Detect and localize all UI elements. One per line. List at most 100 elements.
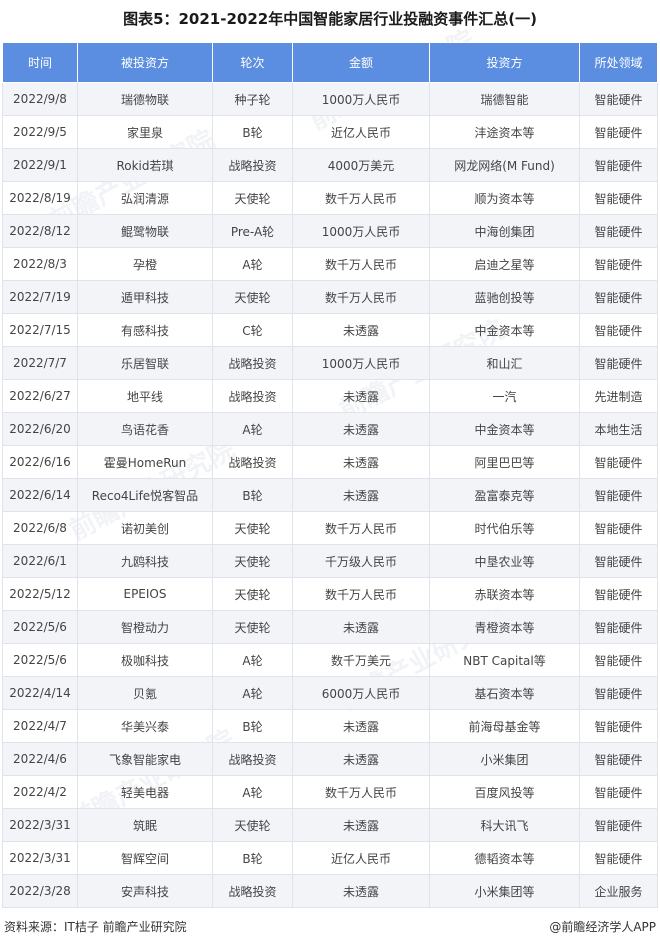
cell-amount: 数千万人民币 [292, 280, 430, 314]
column-header-field: 所处领域 [579, 42, 658, 83]
cell-investee: 遁甲科技 [77, 280, 213, 314]
cell-date: 2022/4/14 [2, 676, 78, 710]
cell-date: 2022/6/20 [2, 412, 78, 446]
cell-amount: 1000万人民币 [292, 214, 430, 248]
cell-field: 智能硬件 [579, 544, 658, 578]
cell-investor: 德韬资本等 [429, 841, 580, 875]
cell-investor: 一汽 [429, 379, 580, 413]
cell-amount: 4000万美元 [292, 148, 430, 182]
cell-round: A轮 [212, 412, 293, 446]
table-row: 2022/5/6 智橙动力 天使轮 未透露 青橙资本等 智能硬件 [2, 610, 658, 644]
table-row: 2022/6/14 Reco4Life悦客智品 B轮 未透露 盈富泰克等 智能硬件 [2, 478, 658, 512]
table-row: 2022/9/8 瑞德物联 种子轮 1000万人民币 瑞德智能 智能硬件 [2, 82, 658, 116]
cell-amount: 未透露 [292, 808, 430, 842]
cell-date: 2022/9/8 [2, 82, 78, 116]
table-row: 2022/5/12 EPEIOS 天使轮 数千万人民币 赤联资本等 智能硬件 [2, 577, 658, 611]
footer: 资料来源：IT桔子 前瞻产业研究院 @前瞻经济学人APP [0, 918, 660, 938]
cell-date: 2022/9/1 [2, 148, 78, 182]
cell-investor: 和山汇 [429, 346, 580, 380]
table-row: 2022/8/3 孕橙 A轮 数千万人民币 启迪之星等 智能硬件 [2, 247, 658, 281]
cell-amount: 千万级人民币 [292, 544, 430, 578]
cell-round: A轮 [212, 775, 293, 809]
cell-date: 2022/6/16 [2, 445, 78, 479]
table-body: 2022/9/8 瑞德物联 种子轮 1000万人民币 瑞德智能 智能硬件 2022/9/5 家… [2, 82, 658, 908]
cell-field: 先进制造 [579, 379, 658, 413]
source-note: 资料来源：IT桔子 前瞻产业研究院 [4, 920, 187, 934]
table-row: 2022/3/31 智辉空间 B轮 近亿人民币 德韬资本等 智能硬件 [2, 841, 658, 875]
investment-table: 时间 被投资方 轮次 金额 投资方 所处领域 2022/9/8 瑞德物联 种子轮 10… [2, 42, 658, 908]
cell-round: 天使轮 [212, 610, 293, 644]
table-row: 2022/9/5 家里泉 B轮 近亿人民币 沣途资本等 智能硬件 [2, 115, 658, 149]
cell-date: 2022/6/1 [2, 544, 78, 578]
cell-round: A轮 [212, 643, 293, 677]
cell-round: 战略投资 [212, 445, 293, 479]
cell-amount: 未透露 [292, 313, 430, 347]
cell-investor: 时代伯乐等 [429, 511, 580, 545]
cell-date: 2022/4/6 [2, 742, 78, 776]
column-header-investee: 被投资方 [77, 42, 213, 83]
cell-amount: 数千万人民币 [292, 247, 430, 281]
table-row: 2022/4/6 飞象智能家电 战略投资 未透露 小米集团 智能硬件 [2, 742, 658, 776]
cell-date: 2022/6/14 [2, 478, 78, 512]
cell-round: 天使轮 [212, 577, 293, 611]
table-row: 2022/7/7 乐居智联 战略投资 1000万人民币 和山汇 智能硬件 [2, 346, 658, 380]
column-header-investor: 投资方 [429, 42, 580, 83]
cell-date: 2022/7/19 [2, 280, 78, 314]
cell-investee: 安声科技 [77, 874, 213, 908]
cell-amount: 近亿人民币 [292, 115, 430, 149]
cell-round: 战略投资 [212, 148, 293, 182]
table-row: 2022/8/19 弘润清源 天使轮 数千万人民币 顺为资本等 智能硬件 [2, 181, 658, 215]
cell-amount: 近亿人民币 [292, 841, 430, 875]
table-row: 2022/6/8 诺初美创 天使轮 数千万人民币 时代伯乐等 智能硬件 [2, 511, 658, 545]
cell-date: 2022/8/3 [2, 247, 78, 281]
cell-investor: 基石资本等 [429, 676, 580, 710]
table-row: 2022/8/12 鲲鹭物联 Pre-A轮 1000万人民币 中海创集团 智能硬件 [2, 214, 658, 248]
cell-amount: 数千万美元 [292, 643, 430, 677]
cell-field: 智能硬件 [579, 247, 658, 281]
cell-investee: 轻美电器 [77, 775, 213, 809]
cell-field: 智能硬件 [579, 841, 658, 875]
table-row: 2022/6/1 九鸥科技 天使轮 千万级人民币 中垦农业等 智能硬件 [2, 544, 658, 578]
cell-field: 智能硬件 [579, 346, 658, 380]
cell-investor: 百度风投等 [429, 775, 580, 809]
cell-investee: 家里泉 [77, 115, 213, 149]
cell-round: 天使轮 [212, 280, 293, 314]
cell-investee: Rokid若琪 [77, 148, 213, 182]
cell-date: 2022/8/12 [2, 214, 78, 248]
cell-investee: 智辉空间 [77, 841, 213, 875]
table-row: 2022/4/14 贝氪 A轮 6000万人民币 基石资本等 智能硬件 [2, 676, 658, 710]
cell-field: 智能硬件 [579, 676, 658, 710]
table-row: 2022/6/16 霍曼HomeRun 战略投资 未透露 阿里巴巴等 智能硬件 [2, 445, 658, 479]
cell-investor: 盈富泰克等 [429, 478, 580, 512]
cell-round: A轮 [212, 247, 293, 281]
cell-investee: 鲲鹭物联 [77, 214, 213, 248]
cell-field: 智能硬件 [579, 478, 658, 512]
cell-date: 2022/5/12 [2, 577, 78, 611]
cell-date: 2022/5/6 [2, 643, 78, 677]
cell-amount: 未透露 [292, 874, 430, 908]
cell-field: 智能硬件 [579, 643, 658, 677]
cell-field: 智能硬件 [579, 511, 658, 545]
table-row: 2022/5/6 极咖科技 A轮 数千万美元 NBT Capital等 智能硬件 [2, 643, 658, 677]
cell-round: 战略投资 [212, 346, 293, 380]
cell-date: 2022/3/31 [2, 841, 78, 875]
cell-round: 天使轮 [212, 181, 293, 215]
cell-field: 智能硬件 [579, 808, 658, 842]
cell-round: 战略投资 [212, 874, 293, 908]
cell-investee: 九鸥科技 [77, 544, 213, 578]
cell-investee: EPEIOS [77, 577, 213, 611]
cell-investor: 赤联资本等 [429, 577, 580, 611]
brand-credit: @前瞻经济学人APP [549, 920, 656, 934]
cell-amount: 未透露 [292, 379, 430, 413]
cell-investee: 筑眠 [77, 808, 213, 842]
table-row: 2022/7/15 有感科技 C轮 未透露 中金资本等 智能硬件 [2, 313, 658, 347]
cell-date: 2022/8/19 [2, 181, 78, 215]
cell-field: 本地生活 [579, 412, 658, 446]
cell-investee: 鸟语花香 [77, 412, 213, 446]
cell-investor: 前海母基金等 [429, 709, 580, 743]
cell-date: 2022/5/6 [2, 610, 78, 644]
chart-title: 图表5：2021-2022年中国智能家居行业投融资事件汇总(一) [123, 10, 537, 28]
cell-investor: 蓝驰创投等 [429, 280, 580, 314]
cell-investor: 小米集团等 [429, 874, 580, 908]
column-header-round: 轮次 [212, 42, 293, 83]
